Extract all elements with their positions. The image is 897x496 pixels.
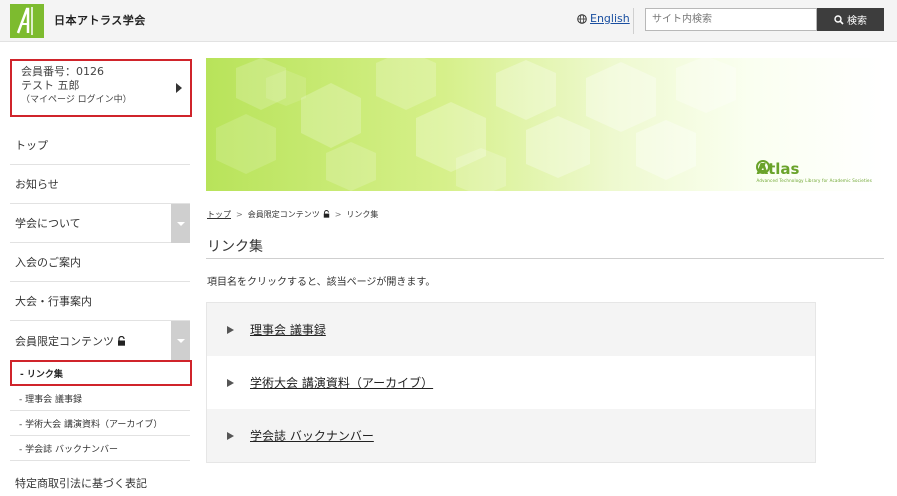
sidebar-item-about[interactable]: 学会について <box>10 204 190 243</box>
lock-icon <box>118 335 125 346</box>
play-icon <box>227 378 234 387</box>
expand-toggle[interactable] <box>171 204 190 243</box>
breadcrumb-current: リンク集 <box>346 210 379 219</box>
site-name[interactable]: 日本アトラス学会 <box>54 12 146 28</box>
link-item-lecture-archive[interactable]: 学術大会 講演資料（アーカイブ） <box>207 356 815 409</box>
sidebar-item-membership[interactable]: 入会のご案内 <box>10 243 190 282</box>
search-input[interactable] <box>645 8 817 31</box>
member-status: （マイページ ログイン中） <box>21 95 132 105</box>
site-header: 日本アトラス学会 English 検索 <box>0 0 897 42</box>
chevron-down-icon <box>176 338 185 343</box>
chevron-right-icon: > <box>236 210 243 219</box>
sidebar-item-news[interactable]: お知らせ <box>10 165 190 204</box>
hero-banner: Atlas Advanced Technology Library for Ac… <box>206 58 884 191</box>
atlas-logo: Atlas Advanced Technology Library for Ac… <box>756 160 872 183</box>
breadcrumb: トップ > 会員限定コンテンツ > リンク集 <box>207 209 378 220</box>
sidebar-subitem-journal-backnumbers[interactable]: - 学会誌 バックナンバー <box>10 436 190 461</box>
play-icon <box>227 431 234 440</box>
link-label[interactable]: 学会誌 バックナンバー <box>250 427 374 444</box>
search-icon <box>834 14 844 25</box>
member-number: 会員番号：0126 <box>21 65 104 78</box>
sidebar-subitem-links-active[interactable]: - リンク集 <box>10 360 192 386</box>
sidebar-item-label: トップ <box>15 139 48 152</box>
page-title: リンク集 <box>207 239 263 255</box>
header-divider <box>633 8 634 34</box>
title-divider <box>206 258 884 259</box>
breadcrumb-members-only[interactable]: 会員限定コンテンツ <box>248 209 330 220</box>
breadcrumb-top[interactable]: トップ <box>207 209 231 220</box>
language-switch[interactable]: English <box>577 12 630 25</box>
intro-text: 項目名をクリックすると、該当ページが開きます。 <box>207 277 436 288</box>
chevron-right-icon: > <box>334 210 342 219</box>
expand-toggle[interactable] <box>171 321 190 360</box>
link-label[interactable]: 理事会 議事録 <box>250 321 326 338</box>
sidebar-item-label: 学会について <box>15 217 81 230</box>
search-button-label: 検索 <box>847 16 867 27</box>
sidebar-item-label: お知らせ <box>15 178 59 191</box>
globe-icon <box>577 13 587 24</box>
search-button[interactable]: 検索 <box>817 8 884 31</box>
sidebar-subitem-lecture-archive[interactable]: - 学術大会 講演資料（アーカイブ） <box>10 411 190 436</box>
lock-icon <box>323 210 329 218</box>
sidebar-item-label: 入会のご案内 <box>15 256 81 269</box>
link-item-board-minutes[interactable]: 理事会 議事録 <box>207 303 815 356</box>
arrow-right-icon <box>176 83 182 93</box>
sidebar-item-top[interactable]: トップ <box>10 126 190 165</box>
site-logo[interactable] <box>10 4 44 38</box>
sidebar-subitem-board-minutes[interactable]: - 理事会 議事録 <box>10 386 190 411</box>
sidebar-item-label: 会員限定コンテンツ <box>15 334 114 348</box>
link-list: 理事会 議事録 学術大会 講演資料（アーカイブ） 学会誌 バックナンバー <box>206 302 816 463</box>
link-item-journal-backnumbers[interactable]: 学会誌 バックナンバー <box>207 409 815 462</box>
atlas-mark-icon <box>756 160 771 174</box>
sidebar-subnav: - 理事会 議事録 - 学術大会 講演資料（アーカイブ） - 学会誌 バックナン… <box>10 386 190 461</box>
play-icon <box>227 325 234 334</box>
member-name: テスト 五郎 <box>21 79 80 92</box>
atlas-tagline: Advanced Technology Library for Academic… <box>756 178 872 183</box>
chevron-down-icon <box>176 221 185 226</box>
logo-a-icon <box>16 7 33 35</box>
sidebar-item-commercial-law[interactable]: 特定商取引法に基づく表記 <box>15 475 147 491</box>
link-label[interactable]: 学術大会 講演資料（アーカイブ） <box>250 374 433 391</box>
sidebar-nav: トップ お知らせ 学会について 入会のご案内 大会・行事案内 会員限定コンテンツ <box>10 126 190 360</box>
sidebar-item-events[interactable]: 大会・行事案内 <box>10 282 190 321</box>
member-info-box[interactable]: 会員番号：0126 テスト 五郎 （マイページ ログイン中） <box>10 59 192 117</box>
sidebar-item-label: 大会・行事案内 <box>15 295 92 308</box>
english-link[interactable]: English <box>590 12 630 25</box>
sidebar-item-members-only[interactable]: 会員限定コンテンツ <box>10 321 190 360</box>
